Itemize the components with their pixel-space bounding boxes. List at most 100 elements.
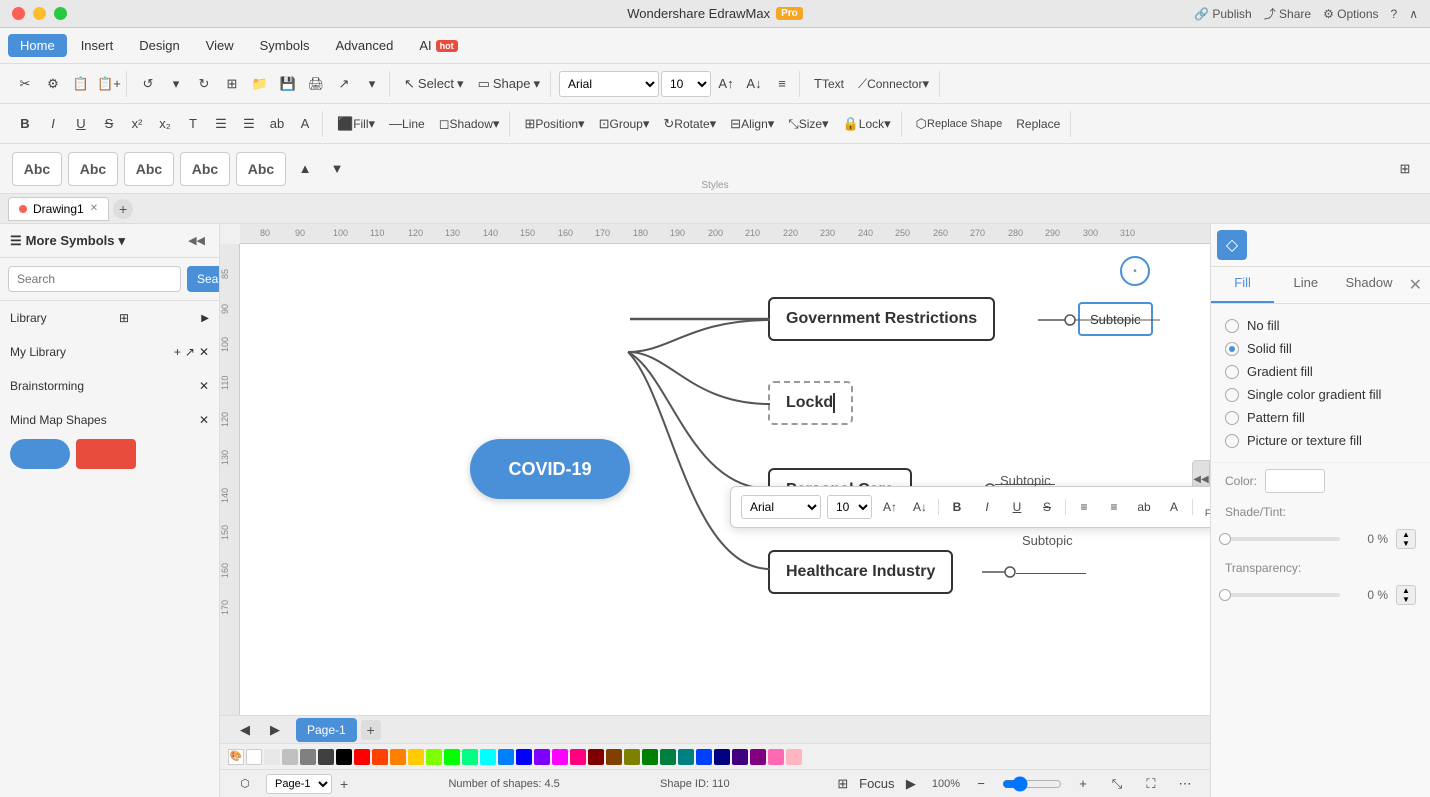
undo-btn[interactable]: ↺	[135, 71, 161, 97]
tt-size-increase[interactable]: A↑	[878, 495, 902, 519]
add-library-icon[interactable]: +	[174, 345, 181, 359]
doc-tab[interactable]: Drawing1 ✕	[8, 197, 109, 221]
color-lightpink[interactable]	[786, 749, 802, 765]
color-maroon[interactable]	[588, 749, 604, 765]
gradient-fill-radio[interactable]	[1225, 365, 1239, 379]
canvas-container[interactable]: COVID-19 Government Restrictions Subtopi…	[240, 244, 1210, 715]
color-spring[interactable]	[462, 749, 478, 765]
replace-shape-btn[interactable]: ⬡ Replace Shape	[910, 111, 1009, 137]
tt-ab-btn[interactable]: ab	[1132, 495, 1156, 519]
color-forest[interactable]	[660, 749, 676, 765]
maximize-button[interactable]	[54, 7, 67, 20]
topic-lockdown[interactable]: Lockd	[768, 381, 853, 425]
color-green[interactable]	[444, 749, 460, 765]
covid-center-node[interactable]: COVID-19	[470, 439, 630, 499]
options-btn[interactable]: ⚙ Options	[1323, 7, 1378, 21]
menu-view[interactable]: View	[194, 34, 246, 57]
redo-btn[interactable]: ↻	[191, 71, 217, 97]
status-more-btn[interactable]: ⋯	[1172, 771, 1198, 797]
menu-home[interactable]: Home	[8, 34, 67, 57]
color-magenta[interactable]	[552, 749, 568, 765]
subscript-btn[interactable]: x₂	[152, 111, 178, 137]
rp-tab-fill[interactable]: Fill	[1211, 267, 1274, 303]
color-lime[interactable]	[426, 749, 442, 765]
close-button[interactable]	[12, 7, 25, 20]
align-btn[interactable]: ≡	[769, 71, 795, 97]
shape-item-red[interactable]	[76, 439, 136, 469]
zoom-out-btn[interactable]: −	[968, 771, 994, 797]
save-btn[interactable]: 💾	[275, 71, 301, 97]
list-btn[interactable]: ☰	[208, 111, 234, 137]
color-pink[interactable]	[768, 749, 784, 765]
menu-advanced[interactable]: Advanced	[323, 34, 405, 57]
solid-fill-radio[interactable]	[1225, 342, 1239, 356]
rp-close-btn[interactable]: ✕	[1401, 267, 1430, 303]
menu-symbols[interactable]: Symbols	[248, 34, 322, 57]
color-orange[interactable]	[390, 749, 406, 765]
color-azure[interactable]	[498, 749, 514, 765]
color-lightgray[interactable]	[264, 749, 280, 765]
rotate-btn[interactable]: ↻ Rotate ▾	[657, 111, 722, 137]
fill-single-gradient[interactable]: Single color gradient fill	[1225, 383, 1416, 406]
add-page-btn[interactable]: +	[361, 720, 381, 740]
subtopic-government[interactable]: Subtopic	[1078, 302, 1153, 336]
minimize-button[interactable]	[33, 7, 46, 20]
styles-expand[interactable]: ⊞	[1392, 156, 1418, 182]
line-btn[interactable]: — Line	[383, 111, 431, 137]
color-yellow[interactable]	[408, 749, 424, 765]
fullscreen-btn[interactable]: ⛶	[1138, 771, 1164, 797]
color-purple[interactable]	[750, 749, 766, 765]
underline-btn[interactable]: U	[68, 111, 94, 137]
page-nav-right[interactable]: ▶	[262, 717, 288, 743]
collapse-circle[interactable]: •	[1120, 256, 1150, 286]
zoom-slider[interactable]	[1002, 776, 1062, 792]
collapse-arrow[interactable]: ∧	[1409, 7, 1418, 21]
styles-scroll-up[interactable]: ▲	[292, 156, 318, 182]
group-btn[interactable]: ⊡ Group ▾	[593, 111, 656, 137]
bold-btn[interactable]: B	[12, 111, 38, 137]
import-library-icon[interactable]: ↗	[185, 345, 195, 359]
fill-picture[interactable]: Picture or texture fill	[1225, 429, 1416, 452]
color-silver[interactable]	[282, 749, 298, 765]
color-orange-red[interactable]	[372, 749, 388, 765]
list2-btn[interactable]: ☰	[236, 111, 262, 137]
align-btn2[interactable]: ⊟ Align ▾	[724, 111, 780, 137]
sidebar-collapse-btn[interactable]: ◀◀	[184, 232, 209, 249]
lock-btn[interactable]: 🔒 Lock ▾	[837, 111, 897, 137]
tt-size-select[interactable]: 10	[827, 495, 872, 519]
format-painter-btn[interactable]: 🖌 Format Painter	[1199, 493, 1210, 521]
status-play-btn[interactable]: ▶	[898, 771, 924, 797]
share-btn[interactable]: ⤴ Share	[1264, 5, 1311, 22]
text-tool-btn[interactable]: T Text	[808, 71, 850, 97]
status-focus-btn[interactable]: Focus	[864, 771, 890, 797]
style-abc-4[interactable]: Abc	[180, 152, 230, 186]
color-cyan[interactable]	[480, 749, 496, 765]
position-btn[interactable]: ⊞ Position ▾	[518, 111, 590, 137]
library-header[interactable]: Library ⊞ ▶	[10, 307, 209, 329]
color-teal[interactable]	[678, 749, 694, 765]
text-btn2[interactable]: T	[180, 111, 206, 137]
color-navy[interactable]	[714, 749, 730, 765]
style-abc-3[interactable]: Abc	[124, 152, 174, 186]
paste-special-btn[interactable]: 📋+	[96, 71, 122, 97]
tt-strike-btn[interactable]: S	[1035, 495, 1059, 519]
font-select[interactable]: Arial	[559, 71, 659, 97]
style-abc-1[interactable]: Abc	[12, 152, 62, 186]
paste-btn[interactable]: 📋	[68, 71, 94, 97]
shadow-btn[interactable]: ◻ Shadow ▾	[433, 111, 506, 137]
rp-blue-btn[interactable]: ◇	[1217, 230, 1247, 260]
no-fill-radio[interactable]	[1225, 319, 1239, 333]
font-color-btn[interactable]: A	[292, 111, 318, 137]
shape-btn[interactable]: ▭ Shape ▾	[472, 71, 546, 97]
style-abc-5[interactable]: Abc	[236, 152, 286, 186]
search-input[interactable]	[8, 266, 181, 292]
undo-dropdown[interactable]: ▾	[163, 71, 189, 97]
pattern-fill-radio[interactable]	[1225, 411, 1239, 425]
color-darkgray[interactable]	[318, 749, 334, 765]
topic-government-restrictions[interactable]: Government Restrictions	[768, 297, 995, 341]
tt-numlist-btn[interactable]: ≡	[1072, 495, 1096, 519]
fill-pattern[interactable]: Pattern fill	[1225, 406, 1416, 429]
color-blue[interactable]	[516, 749, 532, 765]
tt-fontcolor-btn[interactable]: A	[1162, 495, 1186, 519]
close-library-icon[interactable]: ✕	[199, 345, 209, 359]
